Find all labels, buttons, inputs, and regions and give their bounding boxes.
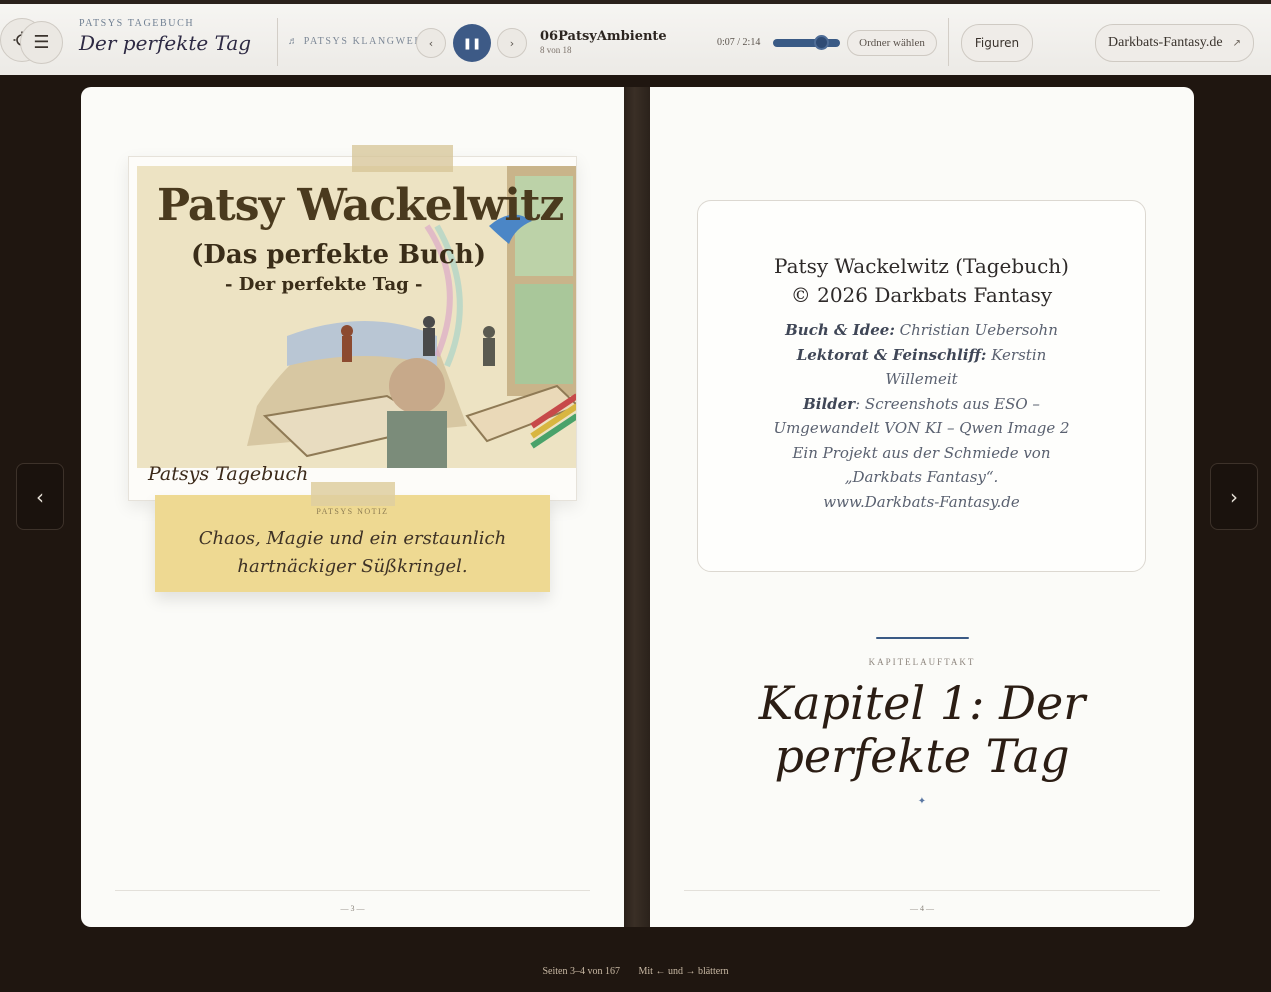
imprint-credits: Buch & Idee: Christian Uebersohn Lektora…: [767, 318, 1077, 514]
pause-button[interactable]: ❚❚: [453, 24, 491, 62]
next-track-button[interactable]: ›: [497, 28, 527, 58]
cover-image: Patsy Wackelwitz (Das perfekte Buch) - D…: [128, 156, 577, 501]
website-link-button[interactable]: Darkbats-Fantasy.de ↗: [1095, 24, 1254, 62]
credit-label: Bilder: [803, 394, 856, 413]
track-count: 8 von 18: [540, 45, 572, 55]
cover-subtitle-2: - Der perfekte Tag -: [225, 274, 423, 295]
progress-slider[interactable]: [773, 35, 840, 50]
figures-button[interactable]: Figuren: [961, 24, 1033, 62]
imprint-title: Patsy Wackelwitz (Tagebuch) © 2026 Darkb…: [698, 252, 1145, 310]
cover-illustration: Patsy Wackelwitz (Das perfekte Buch) - D…: [137, 166, 576, 468]
credit-line: Buch & Idee: Christian Uebersohn: [767, 318, 1077, 343]
credit-label: Buch & Idee:: [785, 321, 895, 339]
website-text: www.Darkbats-Fantasy.de: [823, 492, 1020, 511]
page-range: Seiten 3–4 von 167: [542, 966, 621, 977]
tape-strip: [352, 145, 453, 172]
previous-track-button[interactable]: ‹: [416, 28, 446, 58]
website-link-label: Darkbats-Fantasy.de: [1108, 35, 1223, 50]
note-line-2: hartnäckiger Süßkringel.: [237, 556, 468, 577]
divider: [277, 18, 278, 66]
credit-line: Bilder: Screenshots aus ESO – Umgewandel…: [767, 392, 1077, 441]
footer-divider: [115, 890, 590, 891]
brand-kicker: PATSYS TAGEBUCH: [79, 18, 195, 29]
time-readout: 0:07 / 2:14: [717, 37, 761, 48]
progress-knob[interactable]: [814, 35, 829, 50]
cover-caption: Patsys Tagebuch: [148, 463, 309, 485]
cover-title: Patsy Wackelwitz: [157, 180, 564, 231]
chapter-kicker: KAPITELAUFTAKT: [868, 657, 976, 667]
right-page: Patsy Wackelwitz (Tagebuch) © 2026 Darkb…: [650, 87, 1194, 927]
previous-page-button[interactable]: ‹: [16, 463, 64, 530]
credit-line: Lektorat & Feinschliff: Kerstin Willemei…: [767, 343, 1077, 392]
note-line-1: Chaos, Magie und ein erstaunlich: [198, 528, 507, 549]
pause-icon: ❚❚: [462, 36, 482, 50]
external-link-icon: ↗: [1232, 37, 1241, 49]
chapter-title: Kapitel 1: Der perfekte Tag: [758, 676, 1086, 783]
choose-folder-button[interactable]: Ordner wählen: [847, 30, 937, 56]
imprint-box: Patsy Wackelwitz (Tagebuch) © 2026 Darkb…: [697, 200, 1146, 572]
track-title: 06PatsyAmbiente: [540, 29, 667, 44]
divider: [948, 18, 949, 66]
page-number: — 3 —: [340, 904, 365, 913]
status-bar: Seiten 3–4 von 167 Mit ← und → blättern: [0, 966, 1271, 977]
page-title: Der perfekte Tag: [79, 31, 252, 55]
music-label: ♬ PATSYS KLANGWELT: [288, 36, 429, 47]
project-line: Ein Projekt aus der Schmiede von „Darkba…: [792, 443, 1051, 487]
top-bar: ☰ PATSYS TAGEBUCH Der perfekte Tag ♬ PAT…: [0, 0, 1271, 75]
chevron-right-icon: ›: [1230, 484, 1238, 509]
note-text: Chaos, Magie und ein erstaunlich hartnäc…: [175, 525, 530, 581]
note-kicker: PATSYS NOTIZ: [316, 507, 389, 516]
chevron-left-icon: ‹: [36, 484, 44, 509]
chapter-ornament-line: [876, 637, 969, 639]
menu-button[interactable]: ☰: [20, 21, 63, 64]
footer-divider: [684, 890, 1160, 891]
left-page: Patsy Wackelwitz (Das perfekte Buch) - D…: [81, 87, 624, 927]
tape-strip: [311, 482, 395, 506]
page-number: — 4 —: [910, 904, 934, 913]
progress-track: [773, 39, 840, 47]
chevron-left-icon: ‹: [428, 36, 434, 50]
book-spine: [624, 87, 650, 927]
credit-label: Lektorat & Feinschliff:: [796, 345, 987, 364]
credit-value: Christian Uebersohn: [894, 321, 1058, 339]
sticky-note: PATSYS NOTIZ Chaos, Magie und ein erstau…: [155, 495, 550, 592]
chevron-right-icon: ›: [509, 36, 515, 50]
imprint-line-1: Patsy Wackelwitz (Tagebuch): [774, 254, 1069, 278]
imprint-line-2: © 2026 Darkbats Fantasy: [790, 283, 1053, 307]
star-icon: ✦: [917, 796, 927, 807]
menu-icon: ☰: [33, 32, 50, 53]
next-page-button[interactable]: ›: [1210, 463, 1258, 530]
brand: PATSYS TAGEBUCH Der perfekte Tag: [79, 18, 251, 55]
cover-subtitle: (Das perfekte Buch): [191, 240, 487, 270]
keyboard-hint: Mit ← und → blättern: [638, 966, 729, 977]
